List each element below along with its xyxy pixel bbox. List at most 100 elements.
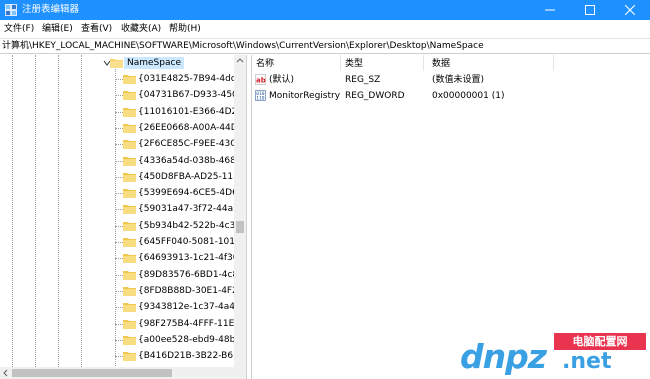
tree-node[interactable]: {9343812e-1c37-4a49-: [0, 299, 244, 315]
table-row[interactable]: ab (默认) REG_SZ (数值未设置): [253, 72, 650, 88]
tree-node[interactable]: {89D83576-6BD1-4c86: [0, 267, 244, 283]
tree-node-label: {B416D21B-3B22-B6D4: [138, 351, 246, 362]
folder-icon: [123, 254, 136, 264]
tree-guide-line: [115, 176, 123, 178]
minimize-button[interactable]: [530, 0, 570, 20]
table-row[interactable]: 010 110 MonitorRegistry REG_DWORD 0x0000…: [253, 88, 650, 104]
tree-node[interactable]: {5399E694-6CE5-4D6C: [0, 185, 244, 201]
tree-node[interactable]: {8FD8B88D-30E1-4F25-: [0, 283, 246, 299]
column-separator[interactable]: [423, 55, 424, 71]
dword-value-icon: 010 110: [255, 90, 266, 101]
scroll-thumb[interactable]: [236, 221, 244, 233]
tree-guide-line: [115, 144, 123, 146]
close-icon: [625, 5, 635, 15]
tree-node[interactable]: {B416D21B-3B22-B6D4: [0, 348, 246, 364]
folder-open-icon: [110, 59, 123, 68]
tree-node-label: NameSpace: [124, 57, 184, 69]
value-type: REG_DWORD: [345, 91, 405, 101]
folder-icon: [123, 319, 136, 329]
tree-node[interactable]: {98F275B4-4FFF-11E0-8: [0, 316, 246, 332]
tree-guide-line: [115, 290, 123, 292]
tree-guide-line: [115, 160, 123, 162]
folder-icon: [123, 189, 136, 199]
string-value-icon: ab: [255, 74, 266, 85]
column-name-header[interactable]: 名称: [256, 58, 274, 70]
tree-node-label: {5b934b42-522b-4c34-: [138, 220, 245, 231]
tree-node[interactable]: {645FF040-5081-101B-: [0, 234, 244, 250]
tree-node[interactable]: {04731B67-D933-450a-: [0, 87, 246, 103]
folder-icon: [123, 91, 136, 101]
address-bar[interactable]: 计算机\HKEY_LOCAL_MACHINE\SOFTWARE\Microsof…: [0, 38, 650, 54]
list-header: 名称 类型 数据: [253, 55, 650, 71]
scroll-thumb[interactable]: [12, 369, 172, 377]
window-title: 注册表编辑器: [22, 4, 80, 15]
scroll-up-icon[interactable]: [234, 55, 246, 67]
pane-splitter[interactable]: [246, 55, 252, 379]
column-type-header[interactable]: 类型: [345, 58, 363, 70]
address-path[interactable]: 计算机\HKEY_LOCAL_MACHINE\SOFTWARE\Microsof…: [2, 40, 484, 53]
folder-icon: [123, 205, 136, 215]
folder-icon: [123, 123, 136, 133]
site-watermark-logo: dnpz 电脑配置网 .net: [460, 330, 646, 376]
folder-icon: [123, 286, 136, 296]
folder-icon: [123, 172, 136, 182]
tree-node-label: {645FF040-5081-101B-: [138, 237, 245, 247]
folder-icon: [123, 75, 136, 84]
watermark-brand: dnpz: [460, 337, 547, 376]
menu-edit[interactable]: 编辑(E): [42, 23, 73, 35]
column-separator[interactable]: [553, 55, 554, 71]
tree-node[interactable]: {59031a47-3f72-44a7-: [0, 201, 242, 217]
maximize-button[interactable]: [570, 0, 610, 20]
tree-node[interactable]: {2F6CE85C-F9EE-43CA-: [0, 136, 246, 152]
tree-node[interactable]: {450D8FBA-AD25-11D0: [0, 169, 246, 185]
tree-node[interactable]: {26EE0668-A00A-44D7: [0, 120, 243, 136]
tree-guide-line: [115, 356, 123, 358]
watermark-suffix: .net: [562, 349, 612, 374]
tree-horizontal-scrollbar[interactable]: [0, 367, 234, 379]
tree-vertical-scrollbar[interactable]: [234, 55, 246, 379]
tree-guide-line: [115, 79, 123, 80]
folder-icon: [123, 303, 136, 313]
tree-node-label: {8FD8B88D-30E1-4F25-: [138, 285, 246, 296]
menu-bar: 文件(F) 编辑(E) 查看(V) 收藏夹(A) 帮助(H): [0, 20, 650, 37]
folder-icon: [123, 335, 136, 345]
tree-node-label: {2F6CE85C-F9EE-43CA-: [138, 139, 246, 150]
scroll-left-icon[interactable]: [0, 367, 12, 379]
tree-node[interactable]: {a00ee528-ebd9-48b8: [0, 332, 241, 348]
tree-node-label: {98F275B4-4FFF-11E0-8: [138, 318, 246, 329]
tree-node-label: {450D8FBA-AD25-11D0: [138, 171, 246, 182]
value-name: MonitorRegistry: [269, 91, 341, 101]
tree-guide-line: [115, 193, 123, 195]
menu-file[interactable]: 文件(F): [4, 23, 34, 35]
menu-help[interactable]: 帮助(H): [169, 23, 201, 35]
tree-guide-line: [115, 274, 123, 276]
tree-node[interactable]: {4336a54d-038b-4685-: [0, 153, 245, 169]
value-data: (数值未设置): [432, 75, 485, 85]
menu-favorites[interactable]: 收藏夹(A): [121, 23, 161, 35]
tree-node[interactable]: {64693913-1c21-4f30-a: [0, 250, 246, 266]
tree-node-label: {4336a54d-038b-4685-: [138, 155, 245, 166]
svg-text:ab: ab: [256, 77, 266, 85]
tree-guide-line: [115, 339, 123, 341]
value-name: (默认): [269, 75, 295, 85]
tree-guide-line: [115, 323, 123, 325]
tree-node-label: {26EE0668-A00A-44D7: [138, 122, 244, 133]
tree-guide-line: [115, 127, 123, 129]
folder-icon: [123, 238, 136, 247]
folder-icon: [123, 156, 136, 166]
column-data-header[interactable]: 数据: [432, 58, 450, 70]
tree-guide-line: [115, 242, 123, 243]
column-separator[interactable]: [340, 55, 341, 71]
tree-node-label: {89D83576-6BD1-4c86: [138, 269, 244, 280]
tree-node[interactable]: {031E4825-7B94-4dc3-: [0, 71, 245, 87]
tree-node-label: {031E4825-7B94-4dc3-: [138, 74, 245, 84]
title-bar[interactable]: 注册表编辑器: [0, 0, 650, 20]
tree-node-namespace[interactable]: NameSpace: [0, 55, 234, 71]
registry-editor-icon: [5, 4, 17, 16]
tree-node[interactable]: {11016101-E366-4D22-: [0, 104, 246, 120]
tree-node[interactable]: {5b934b42-522b-4c34-: [0, 218, 244, 234]
tree-node-label: {59031a47-3f72-44a7-: [138, 204, 243, 215]
menu-view[interactable]: 查看(V): [81, 23, 112, 35]
key-tree-pane[interactable]: NameSpace {031E4825-7B94-4dc3- {04731B67-…: [0, 55, 246, 379]
close-button[interactable]: [610, 0, 650, 20]
